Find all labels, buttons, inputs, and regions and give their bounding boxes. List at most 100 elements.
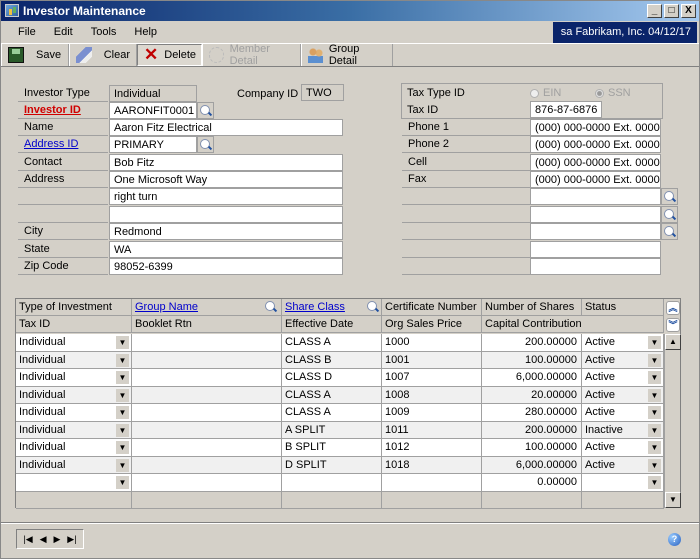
dropdown-arrow-icon[interactable]: ▼ [648,371,661,384]
cell-shares[interactable]: 6,000.00000 [482,456,582,474]
cell-status[interactable] [582,491,664,509]
dropdown-arrow-icon[interactable]: ▼ [116,476,129,489]
address-line1-input[interactable]: One Microsoft Way [109,171,343,188]
cell-type[interactable]: Individual ▼ [16,351,132,369]
cell-status[interactable]: Active ▼ [582,439,664,457]
cell-share-class[interactable]: CLASS A [282,404,382,422]
cell-cert[interactable]: 1007 [382,369,482,387]
save-button[interactable]: Save [1,44,69,66]
phone2-input[interactable]: (000) 000-0000 Ext. 0000 [530,136,661,153]
dropdown-arrow-icon[interactable]: ▼ [648,441,661,454]
ein-radio-icon[interactable] [530,88,539,98]
cell-shares[interactable]: 6,000.00000 [482,369,582,387]
cell-status[interactable]: Active ▼ [582,456,664,474]
cell-shares[interactable]: 0.00000 [482,474,582,492]
address-id-lookup-icon[interactable] [197,136,214,153]
group-name-link[interactable]: Group Name [135,301,198,313]
cell-share-class[interactable]: CLASS A [282,334,382,352]
address-line2-input[interactable]: right turn [109,188,343,205]
cell-cert[interactable]: 1001 [382,351,482,369]
address-line3-input[interactable] [109,206,343,223]
table-row[interactable]: Individual ▼ B SPLIT 1012 100.00000 Active ▼ [16,439,664,457]
cell-share-class[interactable] [282,491,382,509]
extra-input-2[interactable] [530,206,661,223]
group-detail-button[interactable]: Group Detail [301,43,393,67]
cell-cert[interactable]: 1012 [382,439,482,457]
cell-cert[interactable]: 1018 [382,456,482,474]
col-certificate-number[interactable]: Certificate Number [382,299,482,316]
share-class-lookup-icon[interactable] [365,299,382,316]
cell-group[interactable] [132,491,282,509]
first-record-icon[interactable]: |◀ [23,534,32,545]
cell-group[interactable] [132,421,282,439]
cell-share-class[interactable] [282,474,382,492]
zip-input[interactable]: 98052-6399 [109,258,343,275]
address-id-label[interactable]: Address ID [24,138,78,150]
cell-input[interactable]: (000) 000-0000 Ext. 0000 [530,154,661,171]
group-name-lookup-icon[interactable] [263,299,280,316]
menu-edit[interactable]: Edit [45,26,82,38]
cell-group[interactable] [132,334,282,352]
dropdown-arrow-icon[interactable]: ▼ [116,441,129,454]
dropdown-arrow-icon[interactable]: ▼ [648,476,661,489]
dropdown-arrow-icon[interactable]: ▼ [648,388,661,402]
investor-id-input[interactable]: AARONFIT0001 [109,102,197,119]
cell-shares[interactable]: 100.00000 [482,351,582,369]
delete-button[interactable]: ✕ Delete [137,44,202,66]
col-tax-id[interactable]: Tax ID [16,316,132,333]
col-status[interactable]: Status [582,299,664,316]
col-group-name[interactable]: Group Name [132,299,282,316]
table-row[interactable]: ▼ 0.00000 ▼ [16,474,664,492]
table-row[interactable]: Individual ▼ CLASS A 1000 200.00000 Active ▼ [16,334,664,352]
cell-share-class[interactable]: CLASS A [282,386,382,404]
cell-status[interactable]: Active ▼ [582,386,664,404]
table-row[interactable]: Individual ▼ CLASS D 1007 6,000.00000 Active ▼ [16,369,664,387]
investor-id-label[interactable]: Investor ID [24,104,81,116]
col-org-sales-price[interactable]: Org Sales Price [382,316,482,333]
user-company-date[interactable]: sa Fabrikam, Inc. 04/12/17 [552,22,697,43]
cell-type[interactable]: Individual ▼ [16,369,132,387]
dropdown-arrow-icon[interactable]: ▼ [648,423,661,437]
cell-cert[interactable] [382,491,482,509]
help-icon[interactable]: ? [668,533,681,546]
cell-group[interactable] [132,474,282,492]
cell-status[interactable]: Active ▼ [582,351,664,369]
cell-group[interactable] [132,351,282,369]
dropdown-arrow-icon[interactable]: ▼ [648,458,661,472]
scroll-down-button[interactable]: ▼ [665,492,681,508]
cell-type[interactable]: Individual ▼ [16,456,132,474]
minimize-button[interactable]: _ [647,4,662,18]
dropdown-arrow-icon[interactable]: ▼ [648,406,661,419]
ssn-radio-icon[interactable] [595,88,604,98]
cell-share-class[interactable]: CLASS B [282,351,382,369]
grid-scrollbar[interactable]: ▲ ▼ [664,334,681,508]
cell-cert[interactable]: 1011 [382,421,482,439]
dropdown-arrow-icon[interactable]: ▼ [648,336,661,349]
table-row-empty[interactable] [16,491,664,509]
city-input[interactable]: Redmond [109,223,343,240]
table-row[interactable]: Individual ▼ CLASS A 1008 20.00000 Active ▼ [16,386,664,404]
table-row[interactable]: Individual ▼ CLASS B 1001 100.00000 Active ▼ [16,351,664,369]
cell-status[interactable]: Inactive ▼ [582,421,664,439]
next-record-icon[interactable]: ▶ [53,534,60,545]
cell-share-class[interactable]: CLASS D [282,369,382,387]
tax-id-input[interactable]: 876-87-6876 [530,101,602,118]
cell-type[interactable]: Individual ▼ [16,439,132,457]
col-number-of-shares[interactable]: Number of Shares [482,299,582,316]
dropdown-arrow-icon[interactable]: ▼ [116,406,129,419]
cell-shares[interactable] [482,491,582,509]
extra-lookup-icon-1[interactable] [661,188,678,205]
dropdown-arrow-icon[interactable]: ▼ [116,388,129,402]
cell-status[interactable]: Active ▼ [582,404,664,422]
address-id-link[interactable]: Address ID [18,136,108,153]
cell-shares[interactable]: 200.00000 [482,334,582,352]
cell-group[interactable] [132,456,282,474]
cell-shares[interactable]: 100.00000 [482,439,582,457]
cell-type[interactable] [16,491,132,509]
cell-shares[interactable]: 200.00000 [482,421,582,439]
dropdown-arrow-icon[interactable]: ▼ [116,458,129,472]
cell-shares[interactable]: 280.00000 [482,404,582,422]
cell-shares[interactable]: 20.00000 [482,386,582,404]
member-detail-button[interactable]: Member Detail [202,43,301,67]
collapse-rows-icon[interactable]: ︽ [666,301,680,315]
